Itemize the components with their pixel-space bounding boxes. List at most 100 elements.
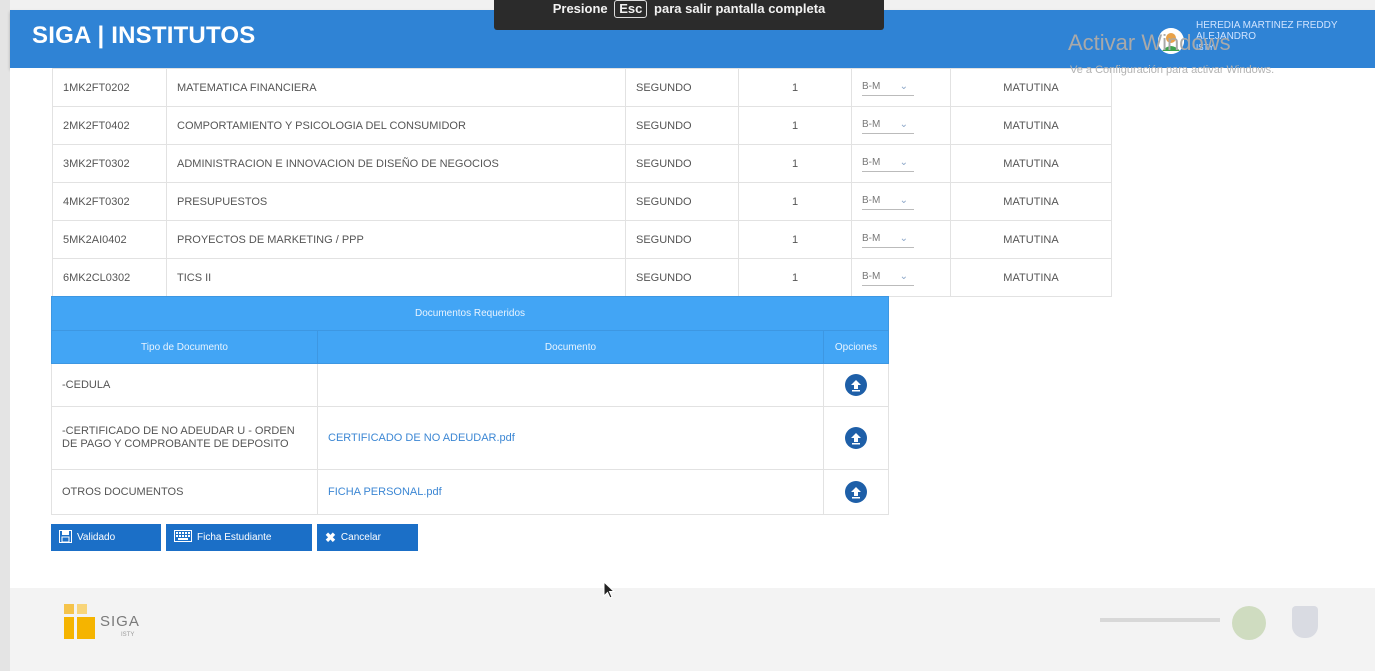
parallel-cell: B-M ⌄ xyxy=(851,106,951,145)
subject-level: SEGUNDO xyxy=(625,220,739,259)
chevron-down-icon: ⌄ xyxy=(899,194,908,206)
subject-number: 1 xyxy=(738,182,852,221)
document-link[interactable]: CERTIFICADO DE NO ADEUDAR.pdf xyxy=(328,432,515,444)
subject-number: 1 xyxy=(738,68,852,107)
parallel-select[interactable]: B-M ⌄ xyxy=(862,119,914,134)
parallel-select-value: B-M xyxy=(862,118,881,130)
upload-button[interactable] xyxy=(823,469,889,515)
keyboard-icon xyxy=(174,530,192,545)
toast-text-after: para salir pantalla completa xyxy=(654,1,826,16)
parallel-cell: B-M ⌄ xyxy=(851,258,951,297)
subject-schedule: MATUTINA xyxy=(950,106,1112,145)
parallel-select-value: B-M xyxy=(862,80,881,92)
parallel-select-value: B-M xyxy=(862,270,881,282)
student-card-button-label: Ficha Estudiante xyxy=(197,532,272,543)
upload-icon[interactable] xyxy=(845,374,867,396)
chevron-down-icon: ⌄ xyxy=(899,270,908,282)
col-options: Opciones xyxy=(823,330,889,364)
subject-schedule: MATUTINA xyxy=(950,144,1112,183)
parallel-cell: B-M ⌄ xyxy=(851,220,951,259)
documents-table-title: Documentos Requeridos xyxy=(51,296,889,331)
mouse-cursor-icon xyxy=(603,580,616,604)
upload-button[interactable] xyxy=(823,406,889,470)
close-icon: ✖ xyxy=(325,529,336,545)
parallel-select[interactable]: B-M ⌄ xyxy=(862,81,914,96)
subject-code: 5MK2AI0402 xyxy=(52,220,167,259)
app-title: SIGA | INSTITUTOS xyxy=(32,22,256,49)
document-link[interactable]: FICHA PERSONAL.pdf xyxy=(328,486,442,498)
subject-schedule: MATUTINA xyxy=(950,220,1112,259)
siga-logo: SIGA ISTY xyxy=(64,604,184,644)
upload-icon[interactable] xyxy=(845,481,867,503)
parallel-select[interactable]: B-M ⌄ xyxy=(862,271,914,286)
document-row: -CEDULA xyxy=(51,363,889,407)
parallel-select-value: B-M xyxy=(862,156,881,168)
subject-name: PROYECTOS DE MARKETING / PPP xyxy=(166,220,626,259)
document-type: OTROS DOCUMENTOS xyxy=(51,469,318,515)
subject-name: ADMINISTRACION E INNOVACION DE DISEÑO DE… xyxy=(166,144,626,183)
activate-windows-subtitle: Ve a Configuración para activar Windows. xyxy=(1070,64,1275,76)
logo-text: SIGA xyxy=(100,613,140,630)
subject-name: COMPORTAMIENTO Y PSICOLOGIA DEL CONSUMID… xyxy=(166,106,626,145)
cancel-button[interactable]: ✖ Cancelar xyxy=(317,524,418,551)
document-type: -CERTIFICADO DE NO ADEUDAR U - ORDEN DE … xyxy=(51,406,318,470)
col-document: Documento xyxy=(317,330,824,364)
parallel-cell: B-M ⌄ xyxy=(851,144,951,183)
document-type: -CEDULA xyxy=(51,363,318,407)
parallel-select-value: B-M xyxy=(862,232,881,244)
tree-emblem-icon xyxy=(1232,606,1266,640)
chevron-down-icon: ⌄ xyxy=(899,80,908,92)
parallel-select[interactable]: B-M ⌄ xyxy=(862,233,914,248)
subject-code: 2MK2FT0402 xyxy=(52,106,167,145)
subject-level: SEGUNDO xyxy=(625,258,739,297)
institution-emblems xyxy=(1100,602,1360,642)
subject-number: 1 xyxy=(738,144,852,183)
subject-row: 2MK2FT0402 COMPORTAMIENTO Y PSICOLOGIA DE… xyxy=(52,106,1112,145)
col-document-type: Tipo de Documento xyxy=(51,330,318,364)
chevron-down-icon: ⌄ xyxy=(899,232,908,244)
validated-button[interactable]: Validado xyxy=(51,524,161,551)
required-documents-table: Documentos Requeridos Tipo de Documento … xyxy=(51,296,889,515)
parallel-select[interactable]: B-M ⌄ xyxy=(862,195,914,210)
document-row: -CERTIFICADO DE NO ADEUDAR U - ORDEN DE … xyxy=(51,406,889,470)
parallel-cell: B-M ⌄ xyxy=(851,182,951,221)
subject-level: SEGUNDO xyxy=(625,144,739,183)
chevron-down-icon: ⌄ xyxy=(899,156,908,168)
subject-number: 1 xyxy=(738,258,852,297)
subject-level: SEGUNDO xyxy=(625,106,739,145)
activate-windows-title: Activar Windows xyxy=(1068,30,1231,55)
student-card-button[interactable]: Ficha Estudiante xyxy=(166,524,312,551)
subject-level: SEGUNDO xyxy=(625,182,739,221)
subject-name: MATEMATICA FINANCIERA xyxy=(166,68,626,107)
subject-level: SEGUNDO xyxy=(625,68,739,107)
fullscreen-toast: Presione Esc para salir pantalla complet… xyxy=(494,0,884,30)
validated-button-label: Validado xyxy=(77,532,116,543)
subject-name: TICS II xyxy=(166,258,626,297)
left-edge xyxy=(0,0,10,671)
subject-schedule: MATUTINA xyxy=(950,258,1112,297)
subject-row: 4MK2FT0302 PRESUPUESTOS SEGUNDO 1 B-M ⌄ MATUTI… xyxy=(52,182,1112,221)
subject-schedule: MATUTINA xyxy=(950,182,1112,221)
subject-name: PRESUPUESTOS xyxy=(166,182,626,221)
subject-code: 1MK2FT0202 xyxy=(52,68,167,107)
upload-icon[interactable] xyxy=(845,427,867,449)
cancel-button-label: Cancelar xyxy=(340,532,381,543)
subject-code: 3MK2FT0302 xyxy=(52,144,167,183)
subject-code: 4MK2FT0302 xyxy=(52,182,167,221)
parallel-select-value: B-M xyxy=(862,194,881,206)
subject-row: 1MK2FT0202 MATEMATICA FINANCIERA SEGUNDO 1 B… xyxy=(52,68,1112,107)
subject-row: 5MK2AI0402 PROYECTOS DE MARKETING / PPP SE… xyxy=(52,220,1112,259)
coat-of-arms-icon xyxy=(1292,606,1318,638)
subject-code: 6MK2CL0302 xyxy=(52,258,167,297)
document-link xyxy=(317,363,824,407)
subjects-table: 1MK2FT0202 MATEMATICA FINANCIERA SEGUNDO 1 B… xyxy=(52,68,1112,297)
subject-number: 1 xyxy=(738,220,852,259)
footer: SIGA ISTY xyxy=(10,588,1375,671)
floppy-disk-icon xyxy=(59,529,72,546)
parallel-select[interactable]: B-M ⌄ xyxy=(862,157,914,172)
subject-row: 3MK2FT0302 ADMINISTRACION E INNOVACION DE… xyxy=(52,144,1112,183)
upload-button[interactable] xyxy=(823,363,889,407)
document-row: OTROS DOCUMENTOS FICHA PERSONAL.pdf xyxy=(51,469,889,515)
subject-row: 6MK2CL0302 TICS II SEGUNDO 1 B-M ⌄ MATUTINA xyxy=(52,258,1112,297)
parallel-cell: B-M ⌄ xyxy=(851,68,951,107)
